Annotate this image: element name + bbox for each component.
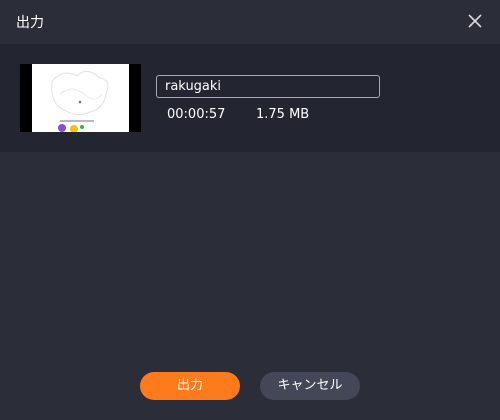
file-size: 1.75 MB: [256, 107, 310, 122]
file-name-input[interactable]: [156, 75, 380, 98]
video-duration: 00:00:57: [167, 107, 226, 122]
export-button[interactable]: 出力: [140, 372, 240, 400]
thumbnail-image: [32, 64, 129, 133]
dialog-title: 出力: [16, 15, 44, 31]
dialog-titlebar: 出力: [0, 0, 500, 44]
video-item-panel: 00:00:57 1.75 MB: [0, 44, 500, 152]
cancel-button[interactable]: キャンセル: [260, 372, 360, 400]
video-thumbnail: [20, 64, 141, 133]
close-icon[interactable]: [466, 12, 484, 30]
